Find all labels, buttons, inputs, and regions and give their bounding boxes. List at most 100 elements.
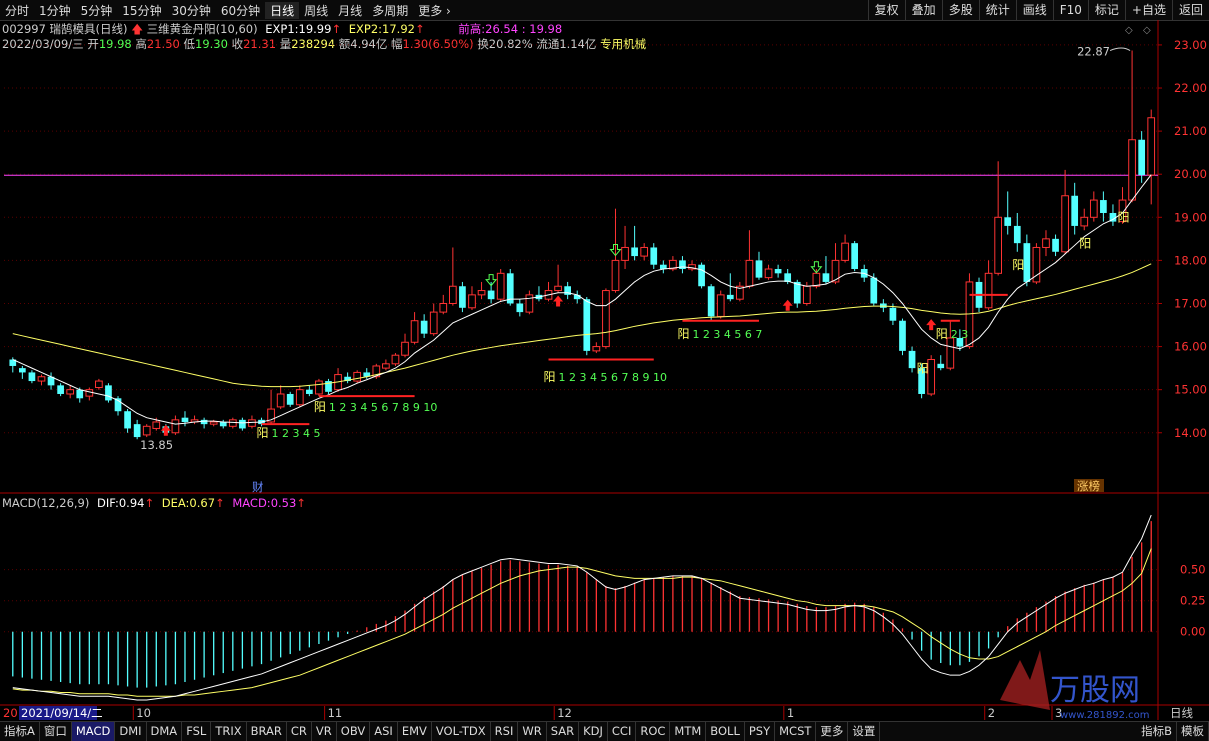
indicator-tab-20[interactable]: MTM: [670, 722, 707, 741]
macd-tick-label: 0.00: [1180, 625, 1206, 639]
candle-body-up: [37, 376, 46, 382]
candle-body-down: [487, 290, 495, 300]
candle-body-down: [306, 389, 313, 394]
candle-body-up: [353, 371, 362, 382]
candle-body-up: [1061, 195, 1069, 253]
indicator-tab-18[interactable]: CCI: [608, 722, 637, 741]
candle-body-up: [1089, 199, 1098, 218]
macd-tick-label: 0.50: [1180, 563, 1206, 577]
date-axis-period-label: 日线: [1170, 706, 1193, 720]
price-tick-label: 20.00: [1174, 167, 1207, 181]
yang-signal-label: 阳: [544, 370, 556, 384]
indicator-tab-6[interactable]: TRIX: [211, 722, 247, 741]
candle-body-up: [171, 419, 180, 434]
yang-signal-label: 阳: [257, 426, 269, 440]
dif-line: [12, 514, 1152, 701]
yang-count-label: 1 2 3 4 5 6 7: [692, 328, 762, 341]
candle-body-down: [1100, 200, 1107, 213]
indicator-tab-4[interactable]: DMA: [147, 722, 183, 741]
indicator-tab-24[interactable]: 更多: [816, 722, 849, 741]
candle-body-down: [679, 260, 686, 270]
indicator-tab-21[interactable]: BOLL: [706, 722, 745, 741]
indicator-tab-2[interactable]: MACD: [71, 722, 116, 741]
indicator-tab-9[interactable]: VR: [312, 722, 337, 741]
indicator-tab-19[interactable]: ROC: [636, 722, 671, 741]
chart-option-icon: ◇: [1125, 25, 1133, 36]
candle-body-down: [650, 247, 658, 265]
candle-body-up: [1147, 117, 1156, 176]
indicator-tab-11[interactable]: ASI: [370, 722, 398, 741]
indicator-tab-1[interactable]: 窗口: [40, 722, 72, 741]
indicator-tab-10[interactable]: OBV: [337, 722, 371, 741]
indicator-tab-23[interactable]: MCST: [775, 722, 817, 741]
candle-body-down: [181, 417, 189, 422]
indicator-tab-5[interactable]: FSL: [182, 722, 212, 741]
price-tick-label: 19.00: [1174, 210, 1207, 224]
candle-body-up: [85, 389, 94, 397]
candle-body-up: [927, 359, 936, 395]
candle-body-up: [994, 216, 1002, 274]
indicator-tab-8[interactable]: CR: [287, 722, 312, 741]
indicator-tab-12[interactable]: EMV: [398, 722, 432, 741]
candle-body-up: [477, 290, 486, 296]
candle-body-up: [276, 393, 285, 408]
indicator-tab-22[interactable]: PSY: [745, 722, 776, 741]
candle-body-up: [391, 354, 400, 365]
candle-body-down: [1004, 217, 1012, 226]
candle-body-down: [133, 424, 141, 438]
candle-body-up: [95, 380, 103, 389]
indicator-tab-3[interactable]: DMI: [115, 722, 147, 741]
candle-body-down: [870, 277, 878, 304]
buy-arrow-icon: [160, 424, 171, 436]
candle-body-down: [851, 243, 858, 270]
yang-signal-label: 阳: [314, 400, 326, 414]
candle-body-down: [1013, 225, 1021, 244]
kline-chart[interactable]: 23.0022.0021.0020.0019.0018.0017.0016.00…: [0, 0, 1209, 740]
watermark-text: 万股网: [1050, 673, 1140, 708]
candle-body-up: [401, 341, 409, 356]
indicator-tab-7[interactable]: BRAR: [247, 722, 287, 741]
candle-body-up: [429, 311, 438, 335]
price-tick-label: 21.00: [1174, 124, 1207, 138]
candle-body-down: [420, 320, 428, 334]
candle-body-down: [286, 393, 294, 405]
candle-body-down: [124, 411, 131, 429]
yang-signal-label: 阳: [677, 327, 689, 341]
candle-body-down: [57, 385, 64, 394]
candle-body-up: [621, 246, 629, 261]
bottom-right-tab-1[interactable]: 模板: [1177, 722, 1209, 741]
candle-body-up: [764, 268, 773, 279]
price-tick-label: 17.00: [1174, 296, 1207, 310]
yang-signal-label: 阳: [1118, 211, 1130, 225]
candle-body-down: [19, 368, 26, 373]
indicator-tab-15[interactable]: WR: [518, 722, 547, 741]
candle-body-down: [1071, 195, 1079, 226]
candle-body-up: [745, 259, 754, 287]
candle-body-down: [1138, 139, 1145, 176]
candle-body-down: [937, 363, 945, 369]
yang-signal-label: 阳: [1012, 258, 1024, 272]
indicator-tab-25[interactable]: 设置: [848, 722, 881, 741]
buy-arrow-icon: [782, 299, 793, 311]
indicator-tab-14[interactable]: RSI: [491, 722, 519, 741]
month-label: 10: [136, 706, 151, 720]
candle-body-up: [209, 421, 218, 425]
candle-body-up: [802, 285, 811, 304]
candle-body-up: [554, 285, 562, 292]
macd-info-line: MACD(12,26,9) DIF:0.94↑ DEA:0.67↑ MACD:0…: [2, 496, 306, 510]
bottom-right-tab-0[interactable]: 指标B: [1137, 722, 1177, 741]
indicator-tab-16[interactable]: SAR: [547, 722, 580, 741]
indicator-tab-0[interactable]: 指标A: [0, 722, 40, 741]
candle-body-up: [248, 419, 256, 427]
candle-body-down: [200, 419, 208, 425]
candle-body-up: [841, 242, 849, 261]
month-label: 11: [328, 706, 343, 720]
candle-body-up: [315, 380, 323, 395]
indicator-tab-17[interactable]: KDJ: [579, 722, 608, 741]
buy-arrow-icon: [926, 319, 937, 331]
candle-body-up: [295, 389, 304, 406]
indicator-tab-13[interactable]: VOL-TDX: [432, 722, 491, 741]
date-cursor-label: 2021/09/14/二: [21, 706, 103, 720]
date-axis-prefix: 20: [3, 706, 18, 720]
candle-body-up: [382, 363, 390, 369]
